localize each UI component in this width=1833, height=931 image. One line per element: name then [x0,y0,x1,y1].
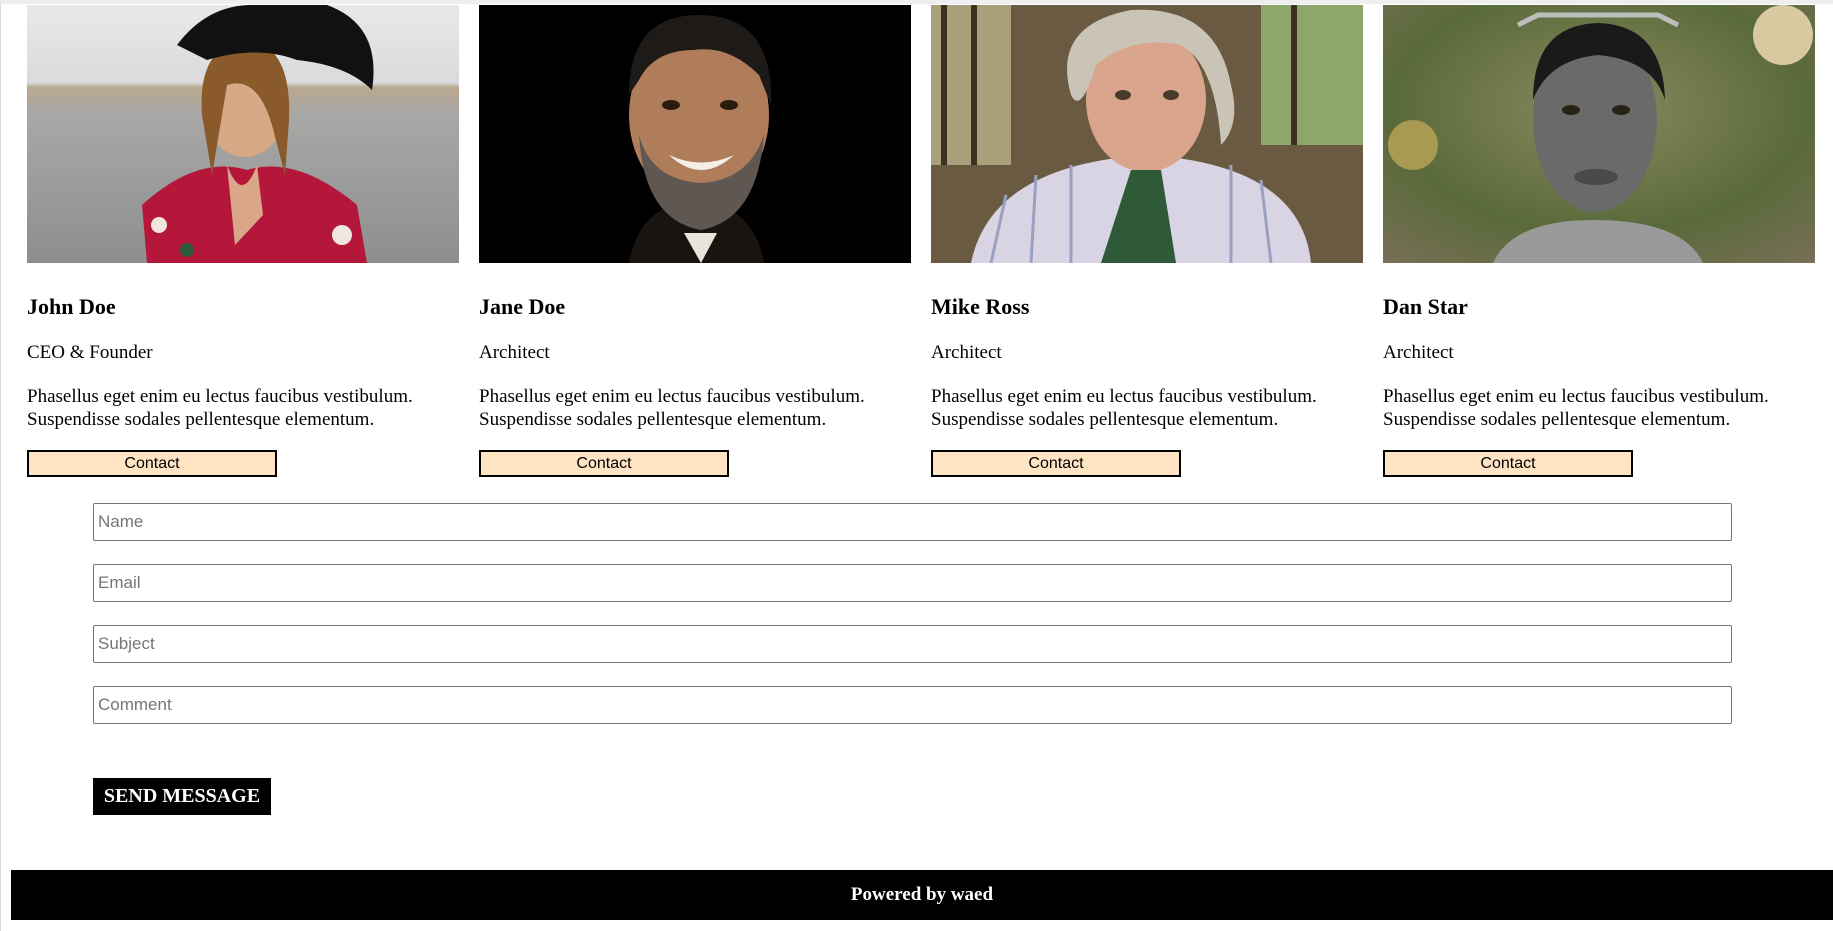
team-photo-bearded-man [479,5,911,263]
contact-button[interactable]: Contact [479,450,729,477]
description-line: Suspendisse sodales pellentesque element… [1383,409,1731,430]
contact-button[interactable]: Contact [27,450,277,477]
footer: Powered by waed [11,870,1833,920]
subject-field[interactable] [93,625,1732,663]
team-member-name: Jane Doe [479,294,566,319]
description-line: Phasellus eget enim eu lectus faucibus v… [27,386,413,407]
team-card: Jane Doe Architect Phasellus eget enim e… [479,5,911,477]
team-member-title: CEO & Founder [27,342,153,363]
team-member-description: Phasellus eget enim eu lectus faucibus v… [479,385,911,431]
team-photo-young-man [1383,5,1815,263]
team-member-description: Phasellus eget enim eu lectus faucibus v… [931,385,1363,431]
team-card: Mike Ross Architect Phasellus eget enim … [931,5,1363,477]
description-line: Phasellus eget enim eu lectus faucibus v… [1383,386,1769,407]
description-line: Suspendisse sodales pellentesque element… [931,409,1279,430]
comment-field[interactable] [93,686,1732,724]
team-member-title: Architect [931,342,1002,363]
description-line: Suspendisse sodales pellentesque element… [27,409,375,430]
team-card: Dan Star Architect Phasellus eget enim e… [1383,5,1815,477]
contact-form [93,503,1732,747]
team-member-name: John Doe [27,294,116,319]
email-field[interactable] [93,564,1732,602]
team-member-name: Mike Ross [931,294,1030,319]
team-member-description: Phasellus eget enim eu lectus faucibus v… [27,385,459,431]
send-message-button[interactable]: SEND MESSAGE [93,778,271,815]
description-line: Phasellus eget enim eu lectus faucibus v… [931,386,1317,407]
description-line: Suspendisse sodales pellentesque element… [479,409,827,430]
team-photo-woman-in-hat [27,5,459,263]
contact-button[interactable]: Contact [1383,450,1633,477]
team-member-title: Architect [1383,342,1454,363]
team-photo-older-man-with-tie [931,5,1363,263]
team-member-title: Architect [479,342,550,363]
team-member-name: Dan Star [1383,294,1468,319]
team-section: John Doe CEO & Founder Phasellus eget en… [27,5,1815,477]
team-card: John Doe CEO & Founder Phasellus eget en… [27,5,459,477]
description-line: Phasellus eget enim eu lectus faucibus v… [479,386,865,407]
name-field[interactable] [93,503,1732,541]
team-member-description: Phasellus eget enim eu lectus faucibus v… [1383,385,1815,431]
footer-text: Powered by waed [850,884,994,905]
contact-button[interactable]: Contact [931,450,1181,477]
